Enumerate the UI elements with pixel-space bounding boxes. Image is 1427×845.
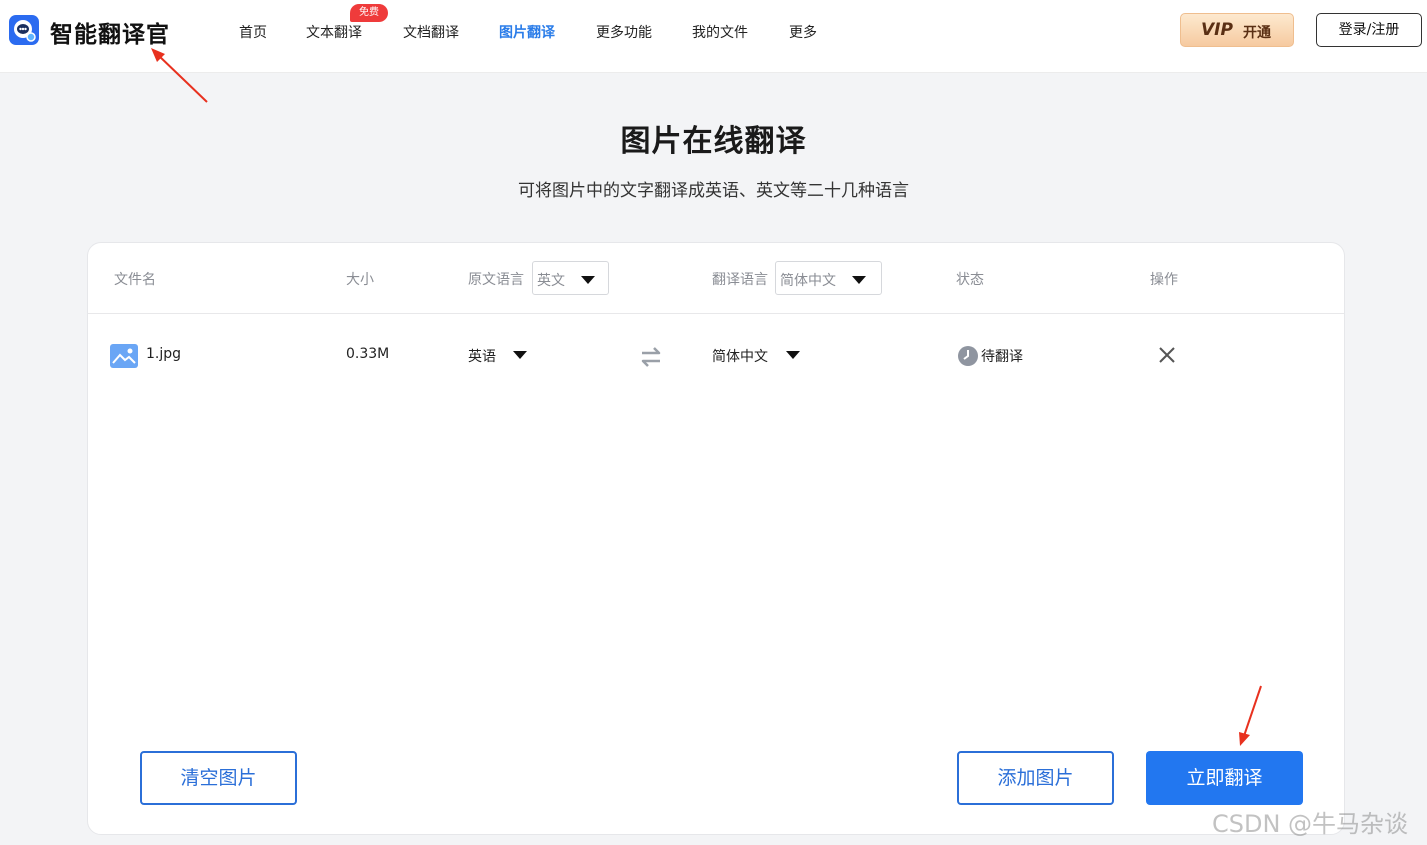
image-file-icon [110, 344, 138, 368]
row-target-language[interactable]: 简体中文 [712, 346, 768, 366]
nav-more[interactable]: 更多 [789, 22, 817, 42]
nav-home[interactable]: 首页 [239, 22, 267, 42]
translate-now-button[interactable]: 立即翻译 [1146, 751, 1303, 805]
file-size: 0.33M [346, 346, 390, 362]
row-source-language[interactable]: 英语 [468, 346, 496, 366]
close-icon[interactable] [1159, 347, 1175, 363]
table-header: 文件名 大小 原文语言 英文 翻译语言 简体中文 状态 操作 [88, 243, 1344, 314]
status-text: 待翻译 [981, 349, 1023, 365]
swap-language-icon[interactable] [639, 346, 663, 368]
target-language-select[interactable]: 简体中文 [775, 261, 882, 295]
chevron-down-icon[interactable] [786, 351, 800, 359]
chevron-down-icon [852, 276, 866, 284]
header-source-language: 原文语言 [468, 272, 524, 288]
free-badge: 免费 [350, 4, 388, 22]
watermark: CSDN @牛马杂谈 [1212, 810, 1409, 838]
file-list-card: 文件名 大小 原文语言 英文 翻译语言 简体中文 状态 操作 1.jpg 0.3… [87, 242, 1345, 835]
target-language-select-value: 简体中文 [780, 273, 836, 289]
header-status: 状态 [956, 272, 984, 288]
vip-logo: VIP [1201, 20, 1233, 40]
clock-icon [958, 346, 978, 366]
clear-images-button[interactable]: 清空图片 [140, 751, 297, 805]
chevron-down-icon[interactable] [513, 351, 527, 359]
header-filename: 文件名 [114, 272, 156, 288]
file-name: 1.jpg [146, 346, 182, 362]
nav-document-translate[interactable]: 文档翻译 [403, 22, 459, 42]
source-language-select-value: 英文 [537, 273, 565, 289]
nav-my-files[interactable]: 我的文件 [692, 22, 748, 42]
page-subtitle: 可将图片中的文字翻译成英语、英文等二十几种语言 [518, 181, 909, 201]
annotation-arrow-icon [151, 48, 208, 103]
add-image-button[interactable]: 添加图片 [957, 751, 1114, 805]
nav-image-translate[interactable]: 图片翻译 [499, 22, 555, 42]
header-action: 操作 [1150, 272, 1178, 288]
source-language-select[interactable]: 英文 [532, 261, 609, 295]
vip-open-button[interactable]: VIP 开通 [1180, 13, 1294, 47]
nav-text-translate[interactable]: 文本翻译 [306, 22, 362, 42]
annotation-arrow-icon [1239, 685, 1262, 746]
nav-more-features[interactable]: 更多功能 [596, 22, 652, 42]
header-size: 大小 [346, 272, 374, 288]
app-logo-icon[interactable] [9, 15, 39, 45]
vip-label: 开通 [1243, 25, 1271, 41]
chevron-down-icon [581, 276, 595, 284]
table-row: 1.jpg 0.33M 英语 简体中文 待翻译 [88, 314, 1344, 396]
login-register-button[interactable]: 登录/注册 [1316, 13, 1422, 47]
header-target-language: 翻译语言 [712, 272, 768, 288]
page-title: 图片在线翻译 [620, 124, 807, 159]
